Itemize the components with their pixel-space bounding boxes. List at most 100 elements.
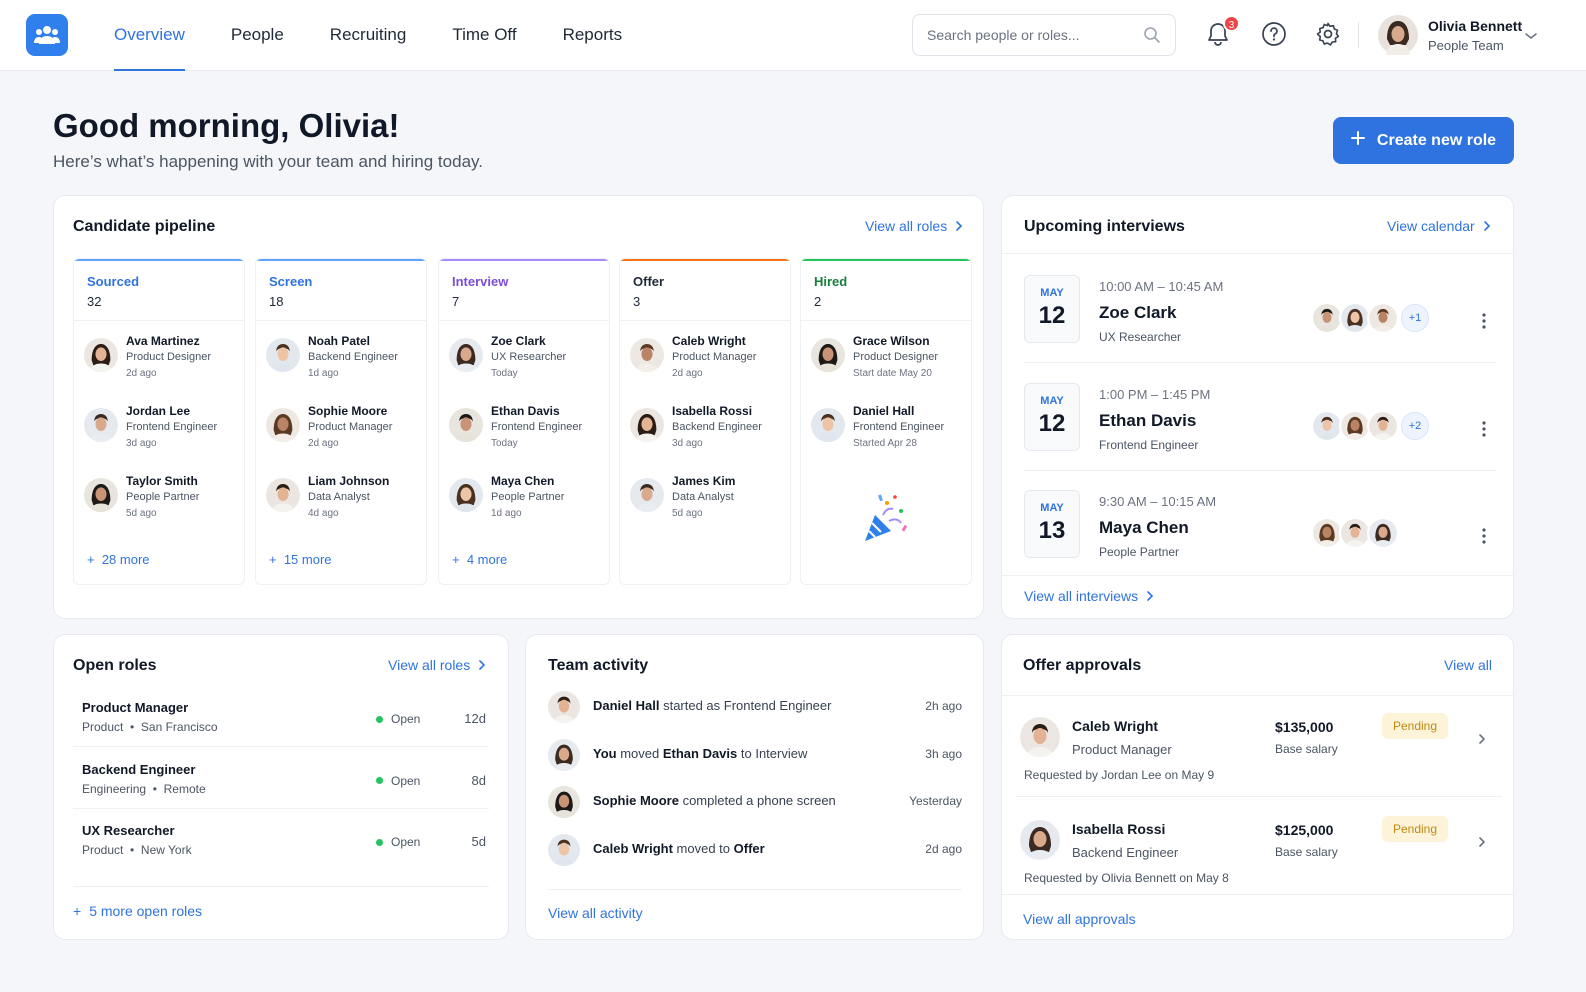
more-candidates-link[interactable]: + 15 more <box>269 552 332 567</box>
offer-approval-item[interactable]: Isabella Rossi Backend Engineer $125,000 Ba… <box>1020 816 1500 917</box>
team-activity-card: Team activity Daniel Hall started as Fro… <box>525 634 984 940</box>
candidate-card[interactable]: Isabella Rossi Backend Engineer 3d ago <box>630 404 790 464</box>
avatar[interactable] <box>1378 15 1418 60</box>
candidate-card[interactable]: Sophie Moore Product Manager 2d ago <box>266 404 426 464</box>
divider <box>1002 695 1513 696</box>
candidate-card[interactable]: Jordan Lee Frontend Engineer 3d ago <box>84 404 244 464</box>
role-age: 8d <box>471 772 486 788</box>
divider <box>1002 894 1513 895</box>
nav-recruiting[interactable]: Recruiting <box>330 0 407 71</box>
role-status: Open <box>376 712 420 726</box>
status-label: Open <box>391 835 421 849</box>
candidate-card[interactable]: Maya Chen People Partner 1d ago <box>449 474 609 534</box>
create-new-role-button[interactable]: Create new role <box>1333 117 1514 164</box>
team-logo-icon[interactable] <box>26 14 68 56</box>
pipeline-column-header[interactable]: Interview 7 <box>439 259 609 321</box>
role-title: Backend Engineer <box>82 761 196 777</box>
status-dot-icon <box>376 838 383 846</box>
view-all-offers-link[interactable]: View all <box>1444 657 1492 673</box>
view-all-roles-link[interactable]: View all roles <box>388 657 486 673</box>
more-candidates-link[interactable]: + 4 more <box>452 552 507 567</box>
chevron-right-icon <box>479 660 486 670</box>
view-all-offers-label: View all <box>1444 657 1492 673</box>
interview-item[interactable]: MAY 12 1:00 PM – 1:45 PM Ethan Davis Fronten… <box>1024 382 1496 490</box>
view-calendar-label: View calendar <box>1387 218 1475 234</box>
interview-item[interactable]: MAY 13 9:30 AM – 10:15 AM Maya Chen People P… <box>1024 490 1496 597</box>
divider <box>548 889 962 890</box>
more-candidates-link[interactable]: + 28 more <box>87 552 150 567</box>
interview-day: 13 <box>1038 517 1066 544</box>
pipeline-column-header[interactable]: Offer 3 <box>620 259 790 321</box>
avatar <box>449 338 483 377</box>
nav-people[interactable]: People <box>231 0 284 71</box>
activity-item[interactable]: Sophie Moore completed a phone screen Yes… <box>548 786 962 826</box>
view-all-approvals-link[interactable]: View all approvals <box>1023 911 1136 927</box>
candidate-card[interactable]: James Kim Data Analyst 5d ago <box>630 474 790 534</box>
candidate-card[interactable]: Grace Wilson Product Designer Start date M… <box>811 334 971 394</box>
avatar <box>1020 820 1060 865</box>
view-calendar-link[interactable]: View calendar <box>1387 218 1491 234</box>
offer-role: Backend Engineer <box>1072 845 1179 860</box>
activity-item[interactable]: You moved Ethan Davis to Interview 3h ago <box>548 738 962 779</box>
candidate-card[interactable]: Caleb Wright Product Manager 2d ago <box>630 334 790 394</box>
open-role-row[interactable]: UX Researcher Product • New York Open 5d <box>82 823 486 885</box>
stage-count: 32 <box>87 294 102 309</box>
search-icon[interactable] <box>1143 26 1161 49</box>
nav-overview[interactable]: Overview <box>114 0 185 71</box>
more-open-roles-label: 5 more open roles <box>89 903 203 919</box>
view-all-roles-link[interactable]: View all roles <box>865 218 963 234</box>
candidate-name: Maya Chen <box>491 474 555 488</box>
open-role-row[interactable]: Backend Engineer Engineering • Remote Open… <box>82 762 486 824</box>
candidate-card[interactable]: Zoe Clark UX Researcher Today <box>449 334 609 394</box>
open-role-row[interactable]: Product Manager Product • San Francisco Op… <box>82 700 486 762</box>
chevron-right-icon[interactable] <box>1478 835 1486 853</box>
activity-verb: started as Frontend Engineer <box>659 698 832 713</box>
offer-approval-item[interactable]: Caleb Wright Product Manager $135,000 Base … <box>1020 713 1500 814</box>
avatar <box>630 338 664 377</box>
candidate-role: People Partner <box>126 491 200 503</box>
candidate-time: 3d ago <box>672 438 703 449</box>
help-icon[interactable] <box>1260 20 1288 48</box>
candidate-role: Frontend Engineer <box>853 421 945 433</box>
activity-item[interactable]: Caleb Wright moved to Offer 2d ago <box>548 833 962 874</box>
interview-candidate: Maya Chen <box>1099 518 1189 537</box>
candidate-card[interactable]: Liam Johnson Data Analyst 4d ago <box>266 474 426 534</box>
activity-actor: You <box>593 745 617 761</box>
candidate-time: 4d ago <box>308 508 339 519</box>
activity-item[interactable]: Daniel Hall started as Frontend Engineer… <box>548 691 962 731</box>
view-all-interviews-link[interactable]: View all interviews <box>1024 588 1154 604</box>
nav-reports[interactable]: Reports <box>563 0 623 71</box>
gear-icon[interactable] <box>1314 20 1342 48</box>
candidate-time: Today <box>491 368 518 379</box>
offer-requested-by: Requested by Olivia Bennett on May 8 <box>1024 871 1229 885</box>
candidate-card[interactable]: Ethan Davis Frontend Engineer Today <box>449 404 609 464</box>
chevron-right-icon[interactable] <box>1478 732 1486 750</box>
chevron-down-icon[interactable] <box>1524 28 1538 46</box>
search-input[interactable] <box>927 15 1137 55</box>
interview-item[interactable]: MAY 12 10:00 AM – 10:45 AM Zoe Clark UX Rese… <box>1024 275 1496 382</box>
divider <box>73 807 489 809</box>
kebab-icon[interactable] <box>1482 313 1486 334</box>
more-interviewers-badge[interactable]: +1 <box>1401 304 1429 332</box>
pipeline-column-header[interactable]: Hired 2 <box>801 259 971 321</box>
avatar <box>811 338 845 377</box>
candidate-card[interactable]: Noah Patel Backend Engineer 1d ago <box>266 334 426 394</box>
more-interviewers-badge[interactable]: +2 <box>1401 411 1429 440</box>
role-meta: Engineering • Remote <box>82 782 206 796</box>
open-roles-title: Open roles <box>73 657 157 674</box>
more-open-roles-link[interactable]: + 5 more open roles <box>73 903 202 919</box>
kebab-icon[interactable] <box>1482 420 1486 442</box>
candidate-card[interactable]: Taylor Smith People Partner 5d ago <box>84 474 244 534</box>
role-age: 5d <box>471 834 486 849</box>
candidate-pipeline-card: Candidate pipeline View all roles Source… <box>53 195 984 619</box>
candidate-card[interactable]: Daniel Hall Frontend Engineer Started Apr … <box>811 404 971 464</box>
stage-name: Interview <box>452 274 509 289</box>
view-all-activity-link[interactable]: View all activity <box>548 905 643 921</box>
pipeline-column-header[interactable]: Sourced 32 <box>74 259 244 321</box>
kebab-icon[interactable] <box>1482 528 1486 549</box>
candidate-name: Ava Martinez <box>126 334 200 348</box>
nav-time-off[interactable]: Time Off <box>452 0 516 71</box>
pipeline-column-header[interactable]: Screen 18 <box>256 259 426 321</box>
candidate-card[interactable]: Ava Martinez Product Designer 2d ago <box>84 334 244 394</box>
user-name[interactable]: Olivia Bennett <box>1428 18 1522 34</box>
